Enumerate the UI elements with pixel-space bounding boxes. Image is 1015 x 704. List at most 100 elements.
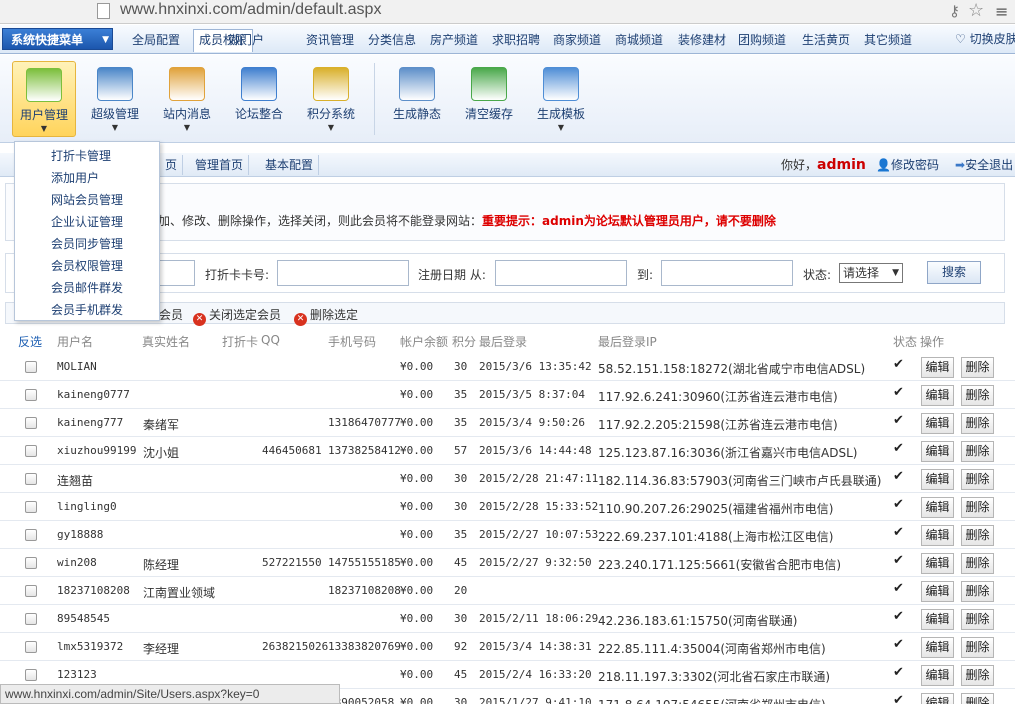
delete-selected-button[interactable]: ✕ 删除选定 bbox=[294, 306, 358, 326]
delete-button[interactable]: 删除 bbox=[961, 609, 994, 630]
row-checkbox[interactable] bbox=[25, 417, 37, 429]
tab-admin-home[interactable]: 管理首页 bbox=[190, 155, 250, 175]
edit-button[interactable]: 编辑 bbox=[921, 413, 954, 434]
delete-button[interactable]: 删除 bbox=[961, 693, 994, 704]
delete-button[interactable]: 删除 bbox=[961, 525, 994, 546]
dropdown-item-5[interactable]: 会员权限管理 bbox=[51, 257, 123, 274]
toolbar-item-3[interactable]: 论坛整合 bbox=[227, 61, 291, 137]
dropdown-item-6[interactable]: 会员邮件群发 bbox=[51, 279, 123, 296]
tab-6[interactable]: 求职招聘 bbox=[492, 30, 540, 50]
delete-button[interactable]: 删除 bbox=[961, 357, 994, 378]
status-check-icon[interactable]: ✔ bbox=[893, 441, 904, 456]
tab-0[interactable]: 全局配置 bbox=[132, 30, 180, 50]
toolbar-item-6[interactable]: 清空缓存 bbox=[457, 61, 521, 137]
tab-8[interactable]: 商城频道 bbox=[615, 30, 663, 50]
dropdown-item-0[interactable]: 打折卡管理 bbox=[51, 147, 111, 164]
dropdown-item-7[interactable]: 会员手机群发 bbox=[51, 301, 123, 318]
dropdown-item-2[interactable]: 网站会员管理 bbox=[51, 191, 123, 208]
status-check-icon[interactable]: ✔ bbox=[893, 609, 904, 624]
edit-button[interactable]: 编辑 bbox=[921, 441, 954, 462]
toolbar-item-7[interactable]: 生成模板 ▼ bbox=[529, 61, 593, 137]
row-checkbox[interactable] bbox=[25, 473, 37, 485]
delete-button[interactable]: 删除 bbox=[961, 441, 994, 462]
delete-button[interactable]: 删除 bbox=[961, 637, 994, 658]
status-check-icon[interactable]: ✔ bbox=[893, 525, 904, 540]
delete-button[interactable]: 删除 bbox=[961, 413, 994, 434]
status-check-icon[interactable]: ✔ bbox=[893, 357, 904, 372]
edit-button[interactable]: 编辑 bbox=[921, 609, 954, 630]
skin-switch-link[interactable]: ♡ 切换皮肤 bbox=[955, 30, 1015, 47]
edit-button[interactable]: 编辑 bbox=[921, 665, 954, 686]
dropdown-item-1[interactable]: 添加用户 bbox=[51, 169, 99, 186]
delete-button[interactable]: 删除 bbox=[961, 581, 994, 602]
menu-icon[interactable]: ≡ bbox=[995, 2, 1008, 21]
status-select[interactable]: 请选择 ▼ bbox=[839, 263, 903, 283]
row-checkbox[interactable] bbox=[25, 501, 37, 513]
tab-10[interactable]: 团购频道 bbox=[738, 30, 786, 50]
delete-button[interactable]: 删除 bbox=[961, 665, 994, 686]
edit-button[interactable]: 编辑 bbox=[921, 357, 954, 378]
toolbar-item-4[interactable]: 积分系统 ▼ bbox=[299, 61, 363, 137]
edit-button[interactable]: 编辑 bbox=[921, 497, 954, 518]
status-check-icon[interactable]: ✔ bbox=[893, 413, 904, 428]
key-icon[interactable]: ⚷ bbox=[949, 2, 960, 20]
tab-5[interactable]: 房产频道 bbox=[430, 30, 478, 50]
quick-menu-button[interactable]: 系统快捷菜单 ▼ bbox=[2, 28, 113, 50]
toolbar-item-5[interactable]: 生成静态 bbox=[385, 61, 449, 137]
row-checkbox[interactable] bbox=[25, 529, 37, 541]
toolbar-item-2[interactable]: 站内消息 ▼ bbox=[155, 61, 219, 137]
toolbar-item-1[interactable]: 超级管理 ▼ bbox=[83, 61, 147, 137]
dropdown-item-3[interactable]: 企业认证管理 bbox=[51, 213, 123, 230]
status-check-icon[interactable]: ✔ bbox=[893, 581, 904, 596]
close-selected-button[interactable]: ✕ 关闭选定会员 bbox=[193, 306, 281, 326]
delete-button[interactable]: 删除 bbox=[961, 469, 994, 490]
open-selected-button[interactable]: 会员 bbox=[159, 306, 183, 323]
toolbar-item-0[interactable]: 用户管理 ▼ bbox=[12, 61, 76, 137]
edit-button[interactable]: 编辑 bbox=[921, 553, 954, 574]
date-to-input[interactable] bbox=[661, 260, 793, 286]
row-checkbox[interactable] bbox=[25, 585, 37, 597]
date-from-input[interactable] bbox=[495, 260, 627, 286]
dropdown-item-4[interactable]: 会员同步管理 bbox=[51, 235, 123, 252]
tab-11[interactable]: 生活黄页 bbox=[802, 30, 850, 50]
edit-button[interactable]: 编辑 bbox=[921, 637, 954, 658]
tab-basic-config[interactable]: 基本配置 bbox=[260, 155, 320, 175]
tab-2[interactable]: 微门户 bbox=[228, 30, 264, 50]
edit-button[interactable]: 编辑 bbox=[921, 469, 954, 490]
row-checkbox[interactable] bbox=[25, 361, 37, 373]
row-checkbox[interactable] bbox=[25, 669, 37, 681]
delete-button[interactable]: 删除 bbox=[961, 385, 994, 406]
tab-3[interactable]: 资讯管理 bbox=[306, 30, 354, 50]
row-checkbox[interactable] bbox=[25, 613, 37, 625]
change-password-link[interactable]: 👤修改密码 bbox=[876, 156, 939, 173]
username-input[interactable] bbox=[155, 260, 195, 286]
row-checkbox[interactable] bbox=[25, 445, 37, 457]
status-check-icon[interactable]: ✔ bbox=[893, 665, 904, 680]
edit-button[interactable]: 编辑 bbox=[921, 525, 954, 546]
star-icon[interactable]: ☆ bbox=[968, 0, 984, 21]
tab-4[interactable]: 分类信息 bbox=[368, 30, 416, 50]
edit-button[interactable]: 编辑 bbox=[921, 385, 954, 406]
tab-12[interactable]: 其它频道 bbox=[864, 30, 912, 50]
delete-button[interactable]: 删除 bbox=[961, 553, 994, 574]
edit-button[interactable]: 编辑 bbox=[921, 693, 954, 704]
row-checkbox[interactable] bbox=[25, 641, 37, 653]
logout-link[interactable]: ➡安全退出 bbox=[955, 156, 1013, 173]
row-checkbox[interactable] bbox=[25, 557, 37, 569]
row-checkbox[interactable] bbox=[25, 389, 37, 401]
edit-button[interactable]: 编辑 bbox=[921, 581, 954, 602]
status-check-icon[interactable]: ✔ bbox=[893, 469, 904, 484]
invert-selection-link[interactable]: 反选 bbox=[18, 333, 42, 350]
tab-9[interactable]: 装修建材 bbox=[678, 30, 726, 50]
tab-home-partial[interactable]: 页 bbox=[160, 155, 184, 175]
status-check-icon[interactable]: ✔ bbox=[893, 497, 904, 512]
tab-7[interactable]: 商家频道 bbox=[553, 30, 601, 50]
delete-button[interactable]: 删除 bbox=[961, 497, 994, 518]
card-number-input[interactable] bbox=[277, 260, 409, 286]
status-check-icon[interactable]: ✔ bbox=[893, 637, 904, 652]
search-button[interactable]: 搜索 bbox=[927, 261, 981, 284]
status-check-icon[interactable]: ✔ bbox=[893, 553, 904, 568]
url-field[interactable]: www.hnxinxi.com/admin/default.aspx bbox=[120, 1, 381, 19]
status-check-icon[interactable]: ✔ bbox=[893, 385, 904, 400]
status-check-icon[interactable]: ✔ bbox=[893, 693, 904, 704]
